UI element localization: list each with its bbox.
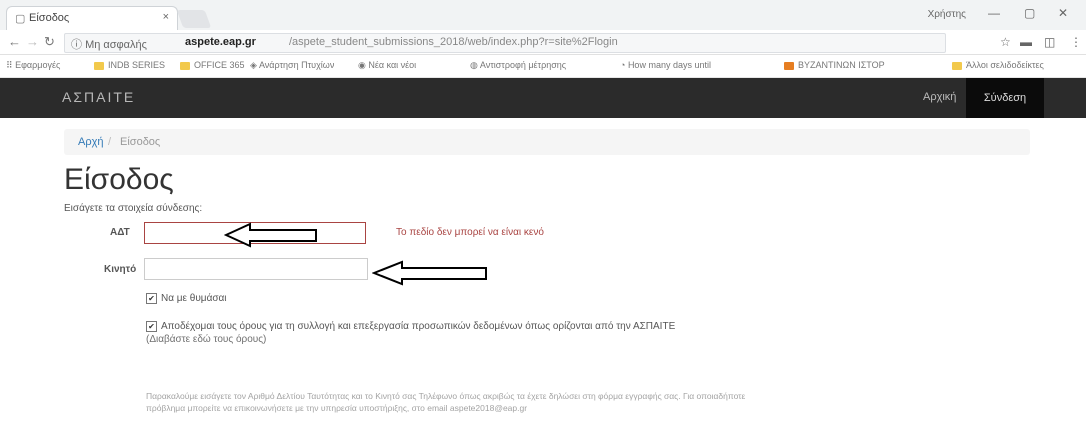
reload-icon[interactable]: ↻ bbox=[44, 34, 55, 50]
close-tab-icon[interactable]: × bbox=[163, 11, 169, 23]
site-brand[interactable]: ΑΣΠΑΙΤΕ bbox=[62, 89, 135, 105]
terms-label: Αποδέχομαι τους όρους για τη συλλογή και… bbox=[161, 321, 676, 332]
breadcrumb-separator: / bbox=[108, 136, 112, 148]
breadcrumb-home[interactable]: Αρχή bbox=[78, 136, 104, 148]
breadcrumb: Αρχή / Είσοδος bbox=[64, 129, 1030, 155]
mobile-label: Κινητό bbox=[104, 264, 137, 275]
remember-me-checkbox[interactable]: ✔ Να με θυμάσαι bbox=[146, 293, 227, 304]
folder-icon bbox=[94, 61, 104, 70]
minimize-icon[interactable]: — bbox=[988, 6, 1000, 20]
back-icon[interactable]: ← bbox=[8, 34, 21, 49]
nav-login-link[interactable]: Σύνδεση bbox=[966, 78, 1044, 118]
checkmark-icon[interactable]: ✔ bbox=[146, 321, 157, 332]
bookmark-icon: ◈ bbox=[250, 60, 259, 70]
maximize-icon[interactable]: ▢ bbox=[1024, 6, 1035, 20]
bookmark-other[interactable]: Άλλοι σελιδοδείκτες bbox=[952, 60, 1044, 70]
url-input[interactable]: ⓘ Μη ασφαλής aspete.eap.gr /aspete_stude… bbox=[64, 33, 946, 53]
folder-icon bbox=[952, 61, 962, 70]
bookmark-icon bbox=[784, 61, 794, 70]
arrow-annotation-adt bbox=[224, 222, 317, 248]
page-icon: ▢ bbox=[15, 13, 26, 25]
arrow-annotation-mobile bbox=[372, 260, 487, 286]
extension-icon[interactable]: ▬ bbox=[1020, 35, 1032, 49]
bookmark-apps[interactable]: ⠿ Εφαρμογές bbox=[6, 60, 60, 71]
remember-me-label: Να με θυμάσαι bbox=[161, 293, 227, 304]
adt-label: ΑΔΤ bbox=[110, 227, 130, 238]
star-icon[interactable]: ☆ bbox=[1000, 35, 1011, 49]
bookmark-icon: ◔ bbox=[620, 60, 628, 70]
bookmark-icon: ◍ bbox=[470, 60, 480, 70]
close-window-icon[interactable]: ✕ bbox=[1058, 6, 1068, 20]
tab-title: Είσοδος bbox=[29, 12, 70, 24]
login-instructions: Εισάγετε τα στοιχεία σύνδεσης: bbox=[64, 203, 203, 214]
login-notice: Παρακαλούμε εισάγετε τον Αριθμό Δελτίου … bbox=[146, 390, 1026, 414]
security-label: Μη ασφαλής bbox=[85, 39, 147, 51]
adt-error-message: Το πεδίο δεν μπορεί να είναι κενό bbox=[396, 227, 544, 238]
profile-name[interactable]: Χρήστης bbox=[928, 9, 966, 20]
nav-home-link[interactable]: Αρχική bbox=[923, 91, 956, 103]
terms-checkbox[interactable]: ✔ Αποδέχομαι τους όρους για τη συλλογή κα… bbox=[146, 321, 675, 332]
notice-line-1: Παρακαλούμε εισάγετε τον Αριθμό Δελτίου … bbox=[146, 391, 746, 401]
bookmarks-bar: ⠿ Εφαρμογές INDB SERIES OFFICE 365 ◈ Ανά… bbox=[0, 55, 1086, 78]
bookmark-item[interactable]: OFFICE 365 bbox=[180, 60, 245, 70]
browser-tab[interactable]: ▢ Είσοδος × bbox=[6, 6, 178, 31]
bookmark-item[interactable]: ◉ Νέα και νέοι bbox=[358, 60, 416, 71]
new-tab-button[interactable] bbox=[176, 10, 212, 28]
security-indicator[interactable]: ⓘ Μη ασφαλής bbox=[71, 36, 147, 52]
forward-icon[interactable]: → bbox=[26, 34, 39, 49]
bookmark-item[interactable]: ◔ How many days until bbox=[620, 60, 711, 70]
folder-icon bbox=[180, 61, 190, 70]
notice-line-2: πρόβλημα μπορείτε να επικοινωνήσετε με τ… bbox=[146, 403, 528, 413]
site-navbar: ΑΣΠΑΙΤΕ Αρχική Σύνδεση bbox=[0, 78, 1086, 118]
address-bar-row: ← → ↻ ⓘ Μη ασφαλής aspete.eap.gr /aspete… bbox=[0, 30, 1086, 55]
apps-icon: ⠿ bbox=[6, 60, 16, 70]
bookmark-item[interactable]: ◈ Ανάρτηση Πτυχίων bbox=[250, 60, 334, 71]
bookmark-item[interactable]: ΒΥΖΑΝΤΙΝΩΝ ΙΣΤΟΡ bbox=[784, 60, 885, 70]
bookmark-item[interactable]: ◍ Αντιστροφή μέτρησης bbox=[470, 60, 566, 71]
cast-icon[interactable]: ◫ bbox=[1044, 35, 1055, 49]
mobile-input[interactable] bbox=[144, 258, 368, 280]
terms-link[interactable]: (Διαβάστε εδώ τους όρους) bbox=[146, 334, 266, 345]
browser-tab-bar: ▢ Είσοδος × Χρήστης — ▢ ✕ bbox=[0, 0, 1086, 31]
checkmark-icon[interactable]: ✔ bbox=[146, 293, 157, 304]
bookmark-item[interactable]: INDB SERIES bbox=[94, 60, 165, 70]
page-title: Είσοδος bbox=[64, 163, 174, 196]
bookmark-icon: ◉ bbox=[358, 60, 369, 70]
url-path: /aspete_student_submissions_2018/web/ind… bbox=[289, 36, 618, 48]
breadcrumb-current: Είσοδος bbox=[120, 136, 161, 148]
menu-icon[interactable]: ⋮ bbox=[1070, 35, 1082, 49]
url-host: aspete.eap.gr bbox=[185, 36, 256, 48]
